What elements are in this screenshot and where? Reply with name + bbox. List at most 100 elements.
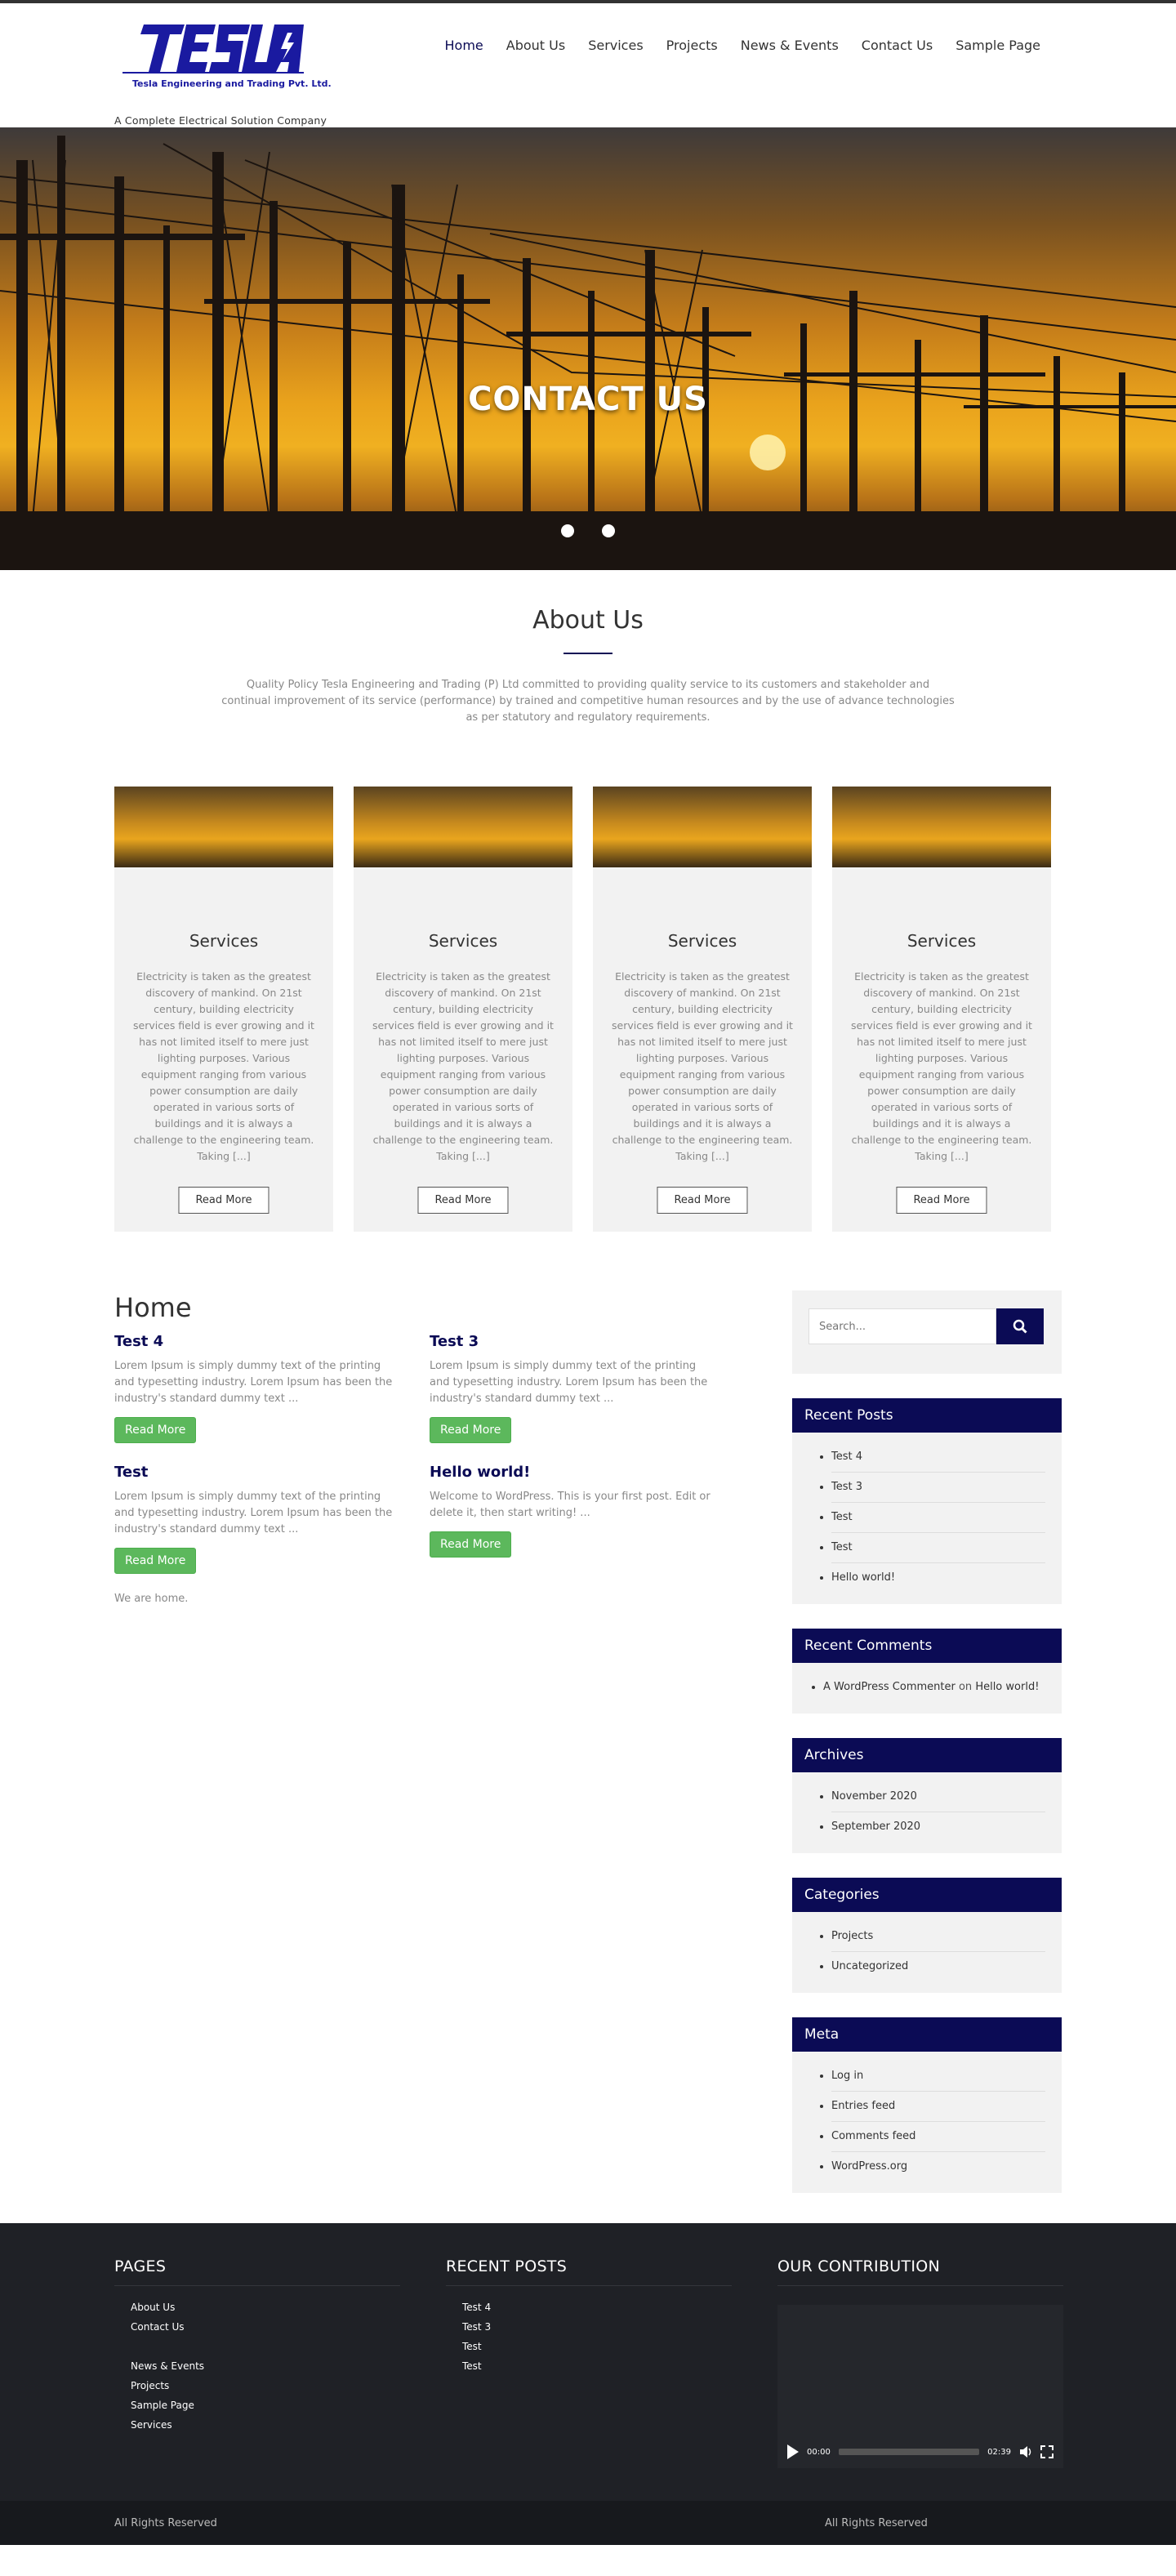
service-card-title: Services xyxy=(667,931,737,951)
comment-author-link[interactable]: A WordPress Commenter xyxy=(823,1681,956,1693)
service-read-more-button[interactable]: Read More xyxy=(417,1187,509,1214)
footer-recent-posts: RECENT POSTS Test 4 Test 3 Test Test xyxy=(446,2257,732,2376)
footer-contribution-title: OUR CONTRIBUTION xyxy=(777,2257,1063,2286)
meta-link[interactable]: Comments feed xyxy=(831,2122,1045,2152)
footer-page-link[interactable]: Projects xyxy=(131,2376,400,2396)
service-card-title: Services xyxy=(189,931,259,951)
home-content: Home Test 4 Lorem Ipsum is simply dummy … xyxy=(114,1292,735,1605)
service-card: Services Electricity is taken as the gre… xyxy=(114,787,333,1232)
post-excerpt: Lorem Ipsum is simply dummy text of the … xyxy=(430,1360,708,1405)
service-card-image xyxy=(832,787,1051,867)
recent-post-link[interactable]: Test xyxy=(831,1533,1045,1563)
search-button[interactable] xyxy=(996,1308,1044,1344)
post-item: Hello world! Welcome to WordPress. This … xyxy=(430,1464,727,1594)
post-item: Test 4 Lorem Ipsum is simply dummy text … xyxy=(114,1333,430,1464)
site-header: Tesla Engineering and Trading Pvt. Ltd. … xyxy=(0,3,1176,127)
post-read-more-button[interactable]: Read More xyxy=(430,1531,512,1558)
post-title[interactable]: Test 3 xyxy=(430,1333,727,1350)
meta-link[interactable]: WordPress.org xyxy=(831,2152,1045,2182)
categories-widget: Categories Projects Uncategorized xyxy=(792,1878,1062,1993)
recent-comment-item: A WordPress Commenter on Hello world! xyxy=(823,1673,1045,1702)
hero-slider: CONTACT US xyxy=(0,127,1176,570)
footer-recent-link[interactable]: Test 3 xyxy=(462,2317,732,2337)
archive-link[interactable]: September 2020 xyxy=(831,1812,1045,1842)
post-read-more-button[interactable]: Read More xyxy=(430,1417,512,1443)
service-card-title: Services xyxy=(906,931,977,951)
footer-recent-link[interactable]: Test xyxy=(462,2356,732,2376)
comment-post-link[interactable]: Hello world! xyxy=(975,1681,1039,1693)
search-input[interactable] xyxy=(808,1308,996,1344)
nav-sample-page[interactable]: Sample Page xyxy=(944,38,1052,53)
service-card: Services Electricity is taken as the gre… xyxy=(354,787,572,1232)
service-card-image xyxy=(354,787,572,867)
search-widget xyxy=(792,1290,1062,1374)
service-card-text: Electricity is taken as the greatest dis… xyxy=(851,970,1032,1162)
nav-projects[interactable]: Projects xyxy=(655,38,729,53)
home-note: We are home. xyxy=(114,1593,189,1605)
player-controls: 00:00 02:39 xyxy=(777,2436,1063,2468)
copyright-right: All Rights Reserved xyxy=(825,2517,928,2529)
post-item: Test Lorem Ipsum is simply dummy text of… xyxy=(114,1464,430,1594)
meta-link[interactable]: Log in xyxy=(831,2061,1045,2092)
nav-contact-us[interactable]: Contact Us xyxy=(850,38,944,53)
recent-post-link[interactable]: Test 4 xyxy=(831,1442,1045,1473)
footer-page-link[interactable]: News & Events xyxy=(131,2356,400,2376)
post-title[interactable]: Hello world! xyxy=(430,1464,727,1481)
footer-page-link[interactable]: About Us xyxy=(131,2297,400,2317)
category-link[interactable]: Projects xyxy=(831,1922,1045,1952)
service-card-text: Electricity is taken as the greatest dis… xyxy=(372,970,554,1162)
post-excerpt: Welcome to WordPress. This is your first… xyxy=(430,1491,710,1519)
service-read-more-button[interactable]: Read More xyxy=(178,1187,270,1214)
widget-title: Recent Posts xyxy=(792,1398,1062,1433)
player-progress-track[interactable] xyxy=(838,2449,980,2455)
post-read-more-button[interactable]: Read More xyxy=(114,1548,197,1574)
post-read-more-button[interactable]: Read More xyxy=(114,1417,197,1443)
recent-post-link[interactable]: Test 3 xyxy=(831,1473,1045,1503)
nav-services[interactable]: Services xyxy=(577,38,654,53)
service-card-image xyxy=(593,787,812,867)
main-nav: Home About Us Services Projects News & E… xyxy=(434,38,1053,53)
archive-link[interactable]: November 2020 xyxy=(831,1782,1045,1812)
recent-comments-widget: Recent Comments A WordPress Commenter on… xyxy=(792,1629,1062,1714)
about-divider xyxy=(564,653,612,654)
recent-post-link[interactable]: Hello world! xyxy=(831,1563,1045,1593)
post-title[interactable]: Test 4 xyxy=(114,1333,430,1350)
service-card-title: Services xyxy=(428,931,498,951)
footer-page-link[interactable]: Contact Us xyxy=(131,2317,400,2337)
footer-recent-link[interactable]: Test xyxy=(462,2337,732,2356)
comment-on-text: on xyxy=(958,1681,973,1693)
play-icon[interactable] xyxy=(787,2445,799,2459)
recent-post-link[interactable]: Test xyxy=(831,1503,1045,1533)
footer-page-link[interactable]: Services xyxy=(131,2415,400,2435)
video-player[interactable]: 00:00 02:39 xyxy=(777,2305,1063,2468)
widget-title: Categories xyxy=(792,1878,1062,1912)
recent-posts-widget: Recent Posts Test 4 Test 3 Test Test Hel… xyxy=(792,1398,1062,1604)
footer-page-link[interactable]: Sample Page xyxy=(131,2396,400,2415)
nav-home[interactable]: Home xyxy=(434,38,495,53)
copyright-bar: All Rights Reserved All Rights Reserved xyxy=(0,2501,1176,2545)
service-read-more-button[interactable]: Read More xyxy=(657,1187,748,1214)
footer-list-gap xyxy=(131,2337,400,2356)
footer-pages: PAGES About Us Contact Us News & Events … xyxy=(114,2257,400,2435)
footer-recent-link[interactable]: Test 4 xyxy=(462,2297,732,2317)
nav-news-events[interactable]: News & Events xyxy=(729,38,850,53)
widget-title: Archives xyxy=(792,1738,1062,1772)
footer-contribution: OUR CONTRIBUTION 00:00 02:39 xyxy=(777,2257,1063,2468)
sidebar: Recent Posts Test 4 Test 3 Test Test Hel… xyxy=(792,1290,1062,2217)
post-title[interactable]: Test xyxy=(114,1464,430,1481)
service-card: Services Electricity is taken as the gre… xyxy=(832,787,1051,1232)
service-read-more-button[interactable]: Read More xyxy=(896,1187,987,1214)
meta-link[interactable]: Entries feed xyxy=(831,2092,1045,2122)
slider-dot-2[interactable] xyxy=(602,524,615,537)
archives-widget: Archives November 2020 September 2020 xyxy=(792,1738,1062,1853)
slider-pagination xyxy=(0,524,1176,541)
fullscreen-icon[interactable] xyxy=(1040,2445,1054,2458)
widget-title: Recent Comments xyxy=(792,1629,1062,1663)
about-section: About Us Quality Policy Tesla Engineerin… xyxy=(0,570,1176,726)
volume-icon[interactable] xyxy=(1019,2445,1032,2458)
footer-recent-title: RECENT POSTS xyxy=(446,2257,732,2286)
slider-dot-1[interactable] xyxy=(561,524,574,537)
category-link[interactable]: Uncategorized xyxy=(831,1952,1045,1981)
nav-about-us[interactable]: About Us xyxy=(495,38,577,53)
post-item: Test 3 Lorem Ipsum is simply dummy text … xyxy=(430,1333,727,1464)
